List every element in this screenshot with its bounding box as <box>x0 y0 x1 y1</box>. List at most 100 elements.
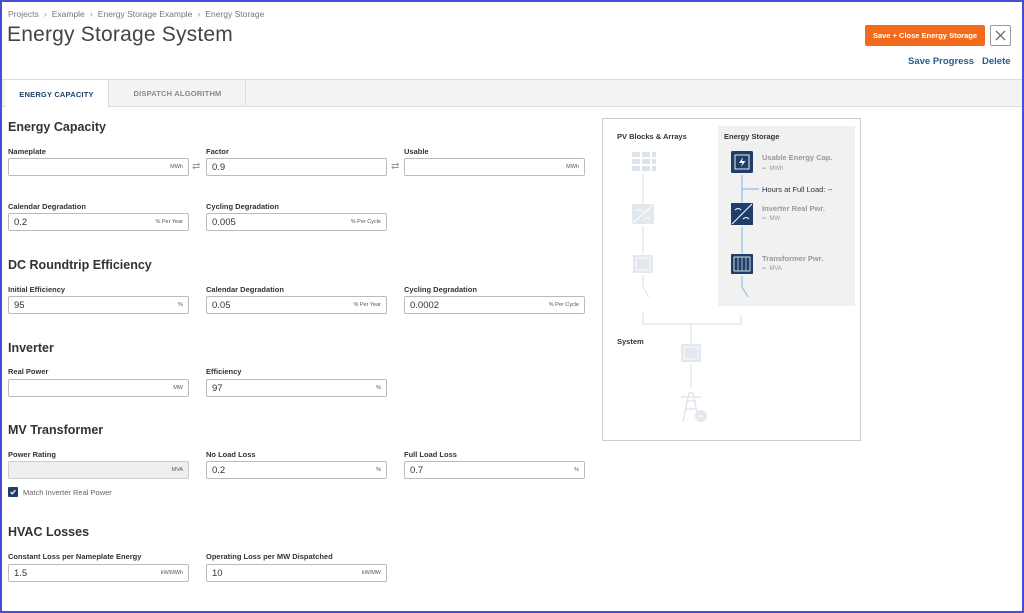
calendar-degradation-field[interactable]: 0.2 % Per Year <box>8 213 189 231</box>
swap-arrows-icon: ⇄ <box>192 161 201 172</box>
page-title: Energy Storage System <box>7 23 233 46</box>
rt-calendar-degradation-unit: % Per Year <box>353 302 381 308</box>
factor-label: Factor <box>206 147 229 156</box>
operating-loss-label: Operating Loss per MW Dispatched <box>206 552 333 561</box>
nameplate-unit: MWh <box>170 164 183 170</box>
cycling-degradation-value: 0.005 <box>212 216 236 228</box>
close-icon <box>995 30 1006 41</box>
hvac-heading: HVAC Losses <box>8 525 90 539</box>
usable-field[interactable]: MWh <box>404 158 585 176</box>
rt-cycling-degradation-value: 0.0002 <box>410 299 440 311</box>
breadcrumb-example[interactable]: Example <box>52 9 85 19</box>
full-load-loss-value: 0.7 <box>410 464 424 476</box>
checkmark-icon <box>10 489 16 495</box>
grid-tower-icon <box>681 392 707 423</box>
inverter-real-pwr-label: Inverter Real Pwr. <box>762 204 825 213</box>
initial-efficiency-value: 95 <box>14 299 25 311</box>
transformer-pwr-number: -- <box>762 266 766 272</box>
inverter-efficiency-value: 97 <box>212 382 223 394</box>
match-inverter-label: Match Inverter Real Power <box>23 488 112 497</box>
full-load-loss-label: Full Load Loss <box>404 450 457 459</box>
hours-at-full-load: Hours at Full Load: -- <box>762 185 833 194</box>
inverter-efficiency-field[interactable]: 97 % <box>206 379 387 397</box>
breadcrumb-energy-storage-example[interactable]: Energy Storage Example <box>98 9 193 19</box>
full-load-loss-field[interactable]: 0.7 % <box>404 461 585 479</box>
mv-transformer-heading: MV Transformer <box>8 423 104 437</box>
inverter-real-pwr-number: -- <box>762 216 766 222</box>
constant-loss-label: Constant Loss per Nameplate Energy <box>8 552 142 561</box>
pv-transformer-icon <box>633 255 653 273</box>
battery-icon <box>731 151 753 173</box>
delete-link[interactable]: Delete <box>982 56 1011 67</box>
save-progress-link[interactable]: Save Progress <box>908 56 974 67</box>
tab-dispatch-algorithm[interactable]: DISPATCH ALGORITHM <box>110 80 246 107</box>
tab-energy-capacity[interactable]: ENERGY CAPACITY <box>5 80 109 108</box>
cycling-degradation-unit: % Per Cycle <box>350 219 381 225</box>
transformer-pwr-label: Transformer Pwr. <box>762 254 824 263</box>
full-load-loss-unit: % <box>574 467 579 473</box>
cycling-degradation-label: Cycling Degradation <box>206 202 279 211</box>
real-power-label: Real Power <box>8 367 49 376</box>
transformer-pwr-value: -- MVA <box>762 266 782 272</box>
inverter-efficiency-label: Efficiency <box>206 367 242 376</box>
inverter-efficiency-unit: % <box>376 385 381 391</box>
nameplate-field[interactable]: MWh <box>8 158 189 176</box>
energy-capacity-heading: Energy Capacity <box>8 120 106 134</box>
operating-loss-field[interactable]: 10 kW/MW <box>206 564 387 582</box>
calendar-degradation-unit: % Per Year <box>155 219 183 225</box>
no-load-loss-unit: % <box>376 467 381 473</box>
rt-cycling-degradation-unit: % Per Cycle <box>548 302 579 308</box>
initial-efficiency-label: Initial Efficiency <box>8 285 66 294</box>
power-rating-unit: MVA <box>171 467 183 473</box>
chevron-right-icon: › <box>43 9 47 19</box>
transformer-pwr-unit: MVA <box>769 266 782 272</box>
calendar-degradation-label: Calendar Degradation <box>8 202 86 211</box>
no-load-loss-label: No Load Loss <box>206 450 256 459</box>
factor-value: 0.9 <box>212 161 226 173</box>
usable-energy-cap-number: -- <box>762 166 766 172</box>
power-rating-field[interactable]: MVA <box>8 461 189 479</box>
system-diagram: PV Blocks & Arrays Energy Storage System <box>602 118 861 441</box>
constant-loss-value: 1.5 <box>14 567 28 579</box>
chevron-right-icon: › <box>89 9 93 19</box>
breadcrumb-projects[interactable]: Projects <box>8 9 39 19</box>
constant-loss-unit: kW/MWh <box>160 570 183 576</box>
inverter-heading: Inverter <box>8 341 54 355</box>
real-power-field[interactable]: MW <box>8 379 189 397</box>
initial-efficiency-unit: % <box>178 302 183 308</box>
save-close-button[interactable]: Save + Close Energy Storage <box>865 25 985 46</box>
system-transformer-icon <box>681 344 701 362</box>
constant-loss-field[interactable]: 1.5 kW/MWh <box>8 564 189 582</box>
nameplate-label: Nameplate <box>8 147 46 156</box>
usable-energy-cap-value: -- MWh <box>762 166 783 172</box>
rt-cycling-degradation-field[interactable]: 0.0002 % Per Cycle <box>404 296 585 314</box>
breadcrumb: Projects › Example › Energy Storage Exam… <box>8 9 264 19</box>
cycling-degradation-field[interactable]: 0.005 % Per Cycle <box>206 213 387 231</box>
usable-energy-cap-label: Usable Energy Cap. <box>762 153 833 162</box>
diagram-graphics <box>632 151 759 423</box>
chevron-right-icon: › <box>197 9 201 19</box>
factor-field[interactable]: 0.9 <box>206 158 387 176</box>
inverter-real-pwr-value: -- MW <box>762 216 780 222</box>
no-load-loss-field[interactable]: 0.2 % <box>206 461 387 479</box>
calendar-degradation-value: 0.2 <box>14 216 28 228</box>
close-button[interactable] <box>990 25 1011 46</box>
no-load-loss-value: 0.2 <box>212 464 226 476</box>
operating-loss-unit: kW/MW <box>361 570 381 576</box>
real-power-unit: MW <box>173 385 183 391</box>
tab-bar: ENERGY CAPACITY DISPATCH ALGORITHM <box>2 79 1022 108</box>
swap-arrows-icon: ⇄ <box>391 161 400 172</box>
breadcrumb-current: Energy Storage <box>205 9 265 19</box>
initial-efficiency-field[interactable]: 95 % <box>8 296 189 314</box>
pv-inverter-icon <box>632 204 654 224</box>
rt-cycling-degradation-label: Cycling Degradation <box>404 285 477 294</box>
inverter-icon <box>731 203 753 225</box>
rt-calendar-degradation-value: 0.05 <box>212 299 231 311</box>
operating-loss-value: 10 <box>212 567 223 579</box>
rt-calendar-degradation-field[interactable]: 0.05 % Per Year <box>206 296 387 314</box>
match-inverter-checkbox[interactable] <box>8 487 18 497</box>
transformer-icon <box>731 254 753 274</box>
power-rating-label: Power Rating <box>8 450 56 459</box>
inverter-real-pwr-unit: MW <box>769 216 781 222</box>
rt-calendar-degradation-label: Calendar Degradation <box>206 285 284 294</box>
